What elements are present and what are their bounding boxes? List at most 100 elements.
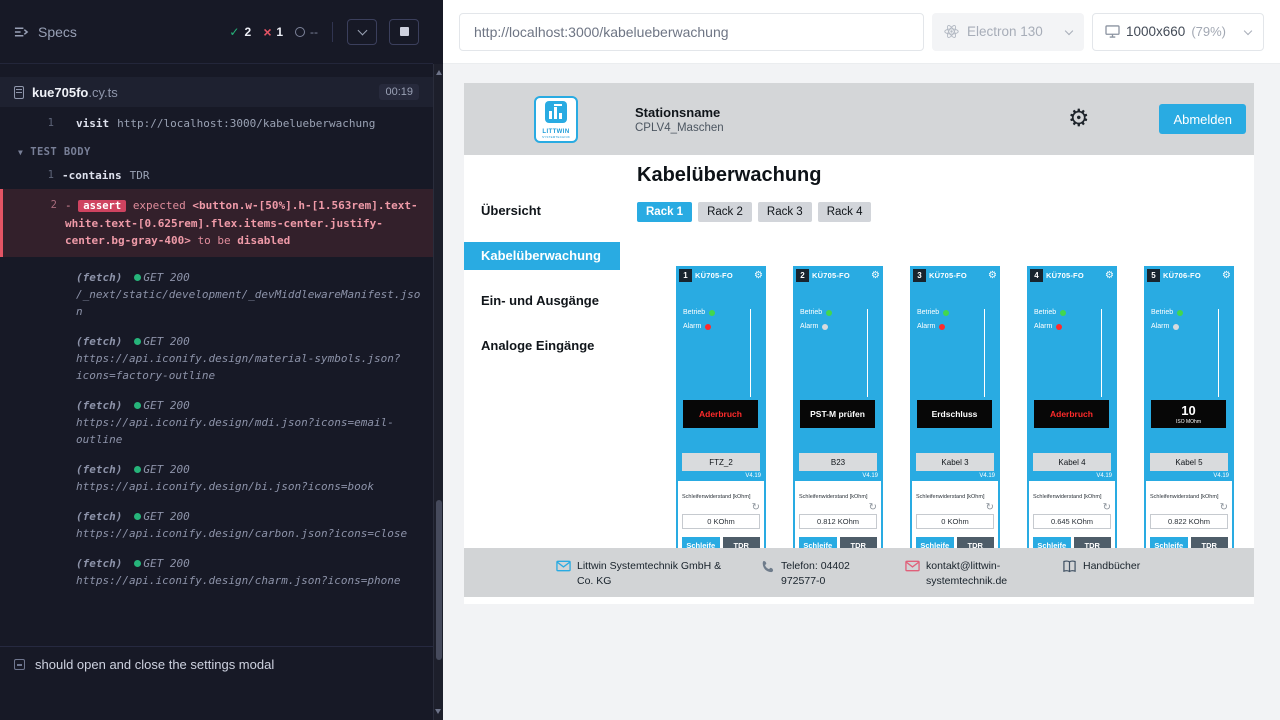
- footer-phone: Telefon: 04402 972577-0: [761, 559, 881, 588]
- resistance-label: Schleifenwiderstand [kOhm]: [1150, 494, 1228, 500]
- sidebar-item-analoge-eingaenge[interactable]: Analoge Eingänge: [464, 332, 620, 360]
- station-label: Stationsname: [635, 105, 724, 120]
- test-stats: ✓2 ×1 --: [229, 19, 419, 45]
- reporter-header: Specs ✓2 ×1 --: [0, 0, 433, 64]
- alarm-led: Alarm: [676, 323, 766, 330]
- page-title: Kabelüberwachung: [637, 164, 1254, 187]
- collapse-runs-button[interactable]: [347, 19, 377, 45]
- resistance-label: Schleifenwiderstand [kOhm]: [1033, 494, 1111, 500]
- logout-button[interactable]: Abmelden: [1159, 104, 1246, 134]
- logo-subtext: SYSTEMTECHNIK: [538, 135, 574, 139]
- network-log-entry: (fetch)GET 200 https://api.iconify.desig…: [76, 508, 421, 542]
- cable-card-3: 3KÜ705-FO⚙ Betrieb Alarm Erdschluss Kabe…: [910, 266, 1000, 561]
- line-number: 1: [0, 167, 62, 184]
- tab-rack-1[interactable]: Rack 1: [637, 202, 692, 222]
- refresh-icon[interactable]: ↻: [986, 503, 994, 513]
- cable-name: Kabel 4: [1033, 453, 1111, 471]
- card-gear-icon[interactable]: ⚙: [754, 271, 763, 281]
- chevron-down-icon: [1065, 26, 1073, 34]
- resistance-label: Schleifenwiderstand [kOhm]: [682, 494, 760, 500]
- book-icon: [1062, 560, 1077, 573]
- status-display: Aderbruch: [1034, 400, 1109, 428]
- card-gear-icon[interactable]: ⚙: [1105, 271, 1114, 281]
- request-url: /_next/static/development/_devMiddleware…: [76, 286, 421, 320]
- browser-name: Electron 130: [967, 24, 1043, 39]
- footer-manuals[interactable]: Handbücher: [1062, 559, 1140, 574]
- url-input[interactable]: http://localhost:3000/kabelueberwachung: [459, 13, 924, 51]
- card-number: 3: [913, 269, 926, 282]
- status-display: 10ISO MOhm: [1151, 400, 1226, 428]
- settings-gear-icon[interactable]: ⚙: [1068, 107, 1090, 131]
- card-gear-icon[interactable]: ⚙: [871, 271, 880, 281]
- specs-label: Specs: [38, 24, 77, 40]
- logo-text: LITTWIN: [538, 129, 574, 135]
- email-icon: [905, 560, 920, 572]
- divider: [1218, 309, 1219, 397]
- green-led-icon: [1060, 310, 1066, 316]
- mail-icon: [556, 560, 571, 572]
- station-name: CPLV4_Maschen: [635, 122, 724, 134]
- resistance-label: Schleifenwiderstand [kOhm]: [916, 494, 994, 500]
- app-footer: Littwin Systemtechnik GmbH & Co. KG Tele…: [464, 548, 1254, 597]
- cable-name: B23: [799, 453, 877, 471]
- passed-count: 2: [244, 25, 251, 39]
- assert-error-row[interactable]: 2 - assert expected <button.w-[50%].h-[1…: [0, 189, 433, 257]
- line-number: 1: [0, 115, 62, 132]
- scroll-up-arrow[interactable]: [436, 70, 442, 75]
- next-test-row[interactable]: should open and close the settings modal: [0, 646, 433, 682]
- status-dot: [134, 338, 141, 345]
- sidebar-item-ein-und-ausgaenge[interactable]: Ein- und Ausgänge: [464, 287, 620, 315]
- pending-circle-icon: [295, 27, 305, 37]
- littwin-logo: LITTWIN SYSTEMTECHNIK: [534, 96, 578, 143]
- tab-rack-3[interactable]: Rack 3: [758, 202, 812, 222]
- stop-run-button[interactable]: [389, 19, 419, 45]
- sidebar: Übersicht Kabelüberwachung Ein- und Ausg…: [464, 155, 620, 604]
- viewport-selector[interactable]: 1000x660 (79%): [1092, 13, 1264, 51]
- red-led-icon: [1056, 324, 1062, 330]
- refresh-icon[interactable]: ↻: [1220, 503, 1228, 513]
- footer-email[interactable]: kontakt@littwin-systemtechnik.de: [905, 559, 1038, 588]
- test-body-section[interactable]: ▼ TEST BODY: [0, 132, 433, 167]
- green-led-icon: [943, 310, 949, 316]
- request-url: https://api.iconify.design/bi.json?icons…: [76, 478, 421, 495]
- card-gear-icon[interactable]: ⚙: [1222, 271, 1231, 281]
- sidebar-item-uebersicht[interactable]: Übersicht: [464, 197, 620, 225]
- stop-icon: [400, 27, 409, 36]
- card-title: KÜ705-FO: [1046, 271, 1102, 280]
- gray-led-icon: [822, 324, 828, 330]
- reporter-scrollbar[interactable]: [433, 64, 443, 720]
- request-url: https://api.iconify.design/charm.json?ic…: [76, 572, 421, 589]
- tab-rack-2[interactable]: Rack 2: [698, 202, 752, 222]
- network-log-entry: (fetch)GET 200 /_next/static/development…: [76, 269, 421, 320]
- firmware-version: V4.19: [1096, 473, 1112, 479]
- spec-file-name: kue705fo.cy.ts: [32, 85, 118, 100]
- scrollbar-thumb[interactable]: [436, 500, 442, 660]
- cable-card-4: 4KÜ705-FO⚙ Betrieb Alarm Aderbruch Kabel…: [1027, 266, 1117, 561]
- refresh-icon[interactable]: ↻: [1103, 503, 1111, 513]
- refresh-icon[interactable]: ↻: [869, 503, 877, 513]
- specs-menu[interactable]: Specs: [14, 24, 77, 40]
- assert-badge: assert: [78, 200, 126, 212]
- status-display: Aderbruch: [683, 400, 758, 428]
- tab-rack-4[interactable]: Rack 4: [818, 202, 872, 222]
- resistance-label: Schleifenwiderstand [kOhm]: [799, 494, 877, 500]
- status-display: Erdschluss: [917, 400, 992, 428]
- network-log-entry: (fetch)GET 200 https://api.iconify.desig…: [76, 461, 421, 495]
- firmware-version: V4.19: [745, 473, 761, 479]
- sidebar-item-kabelueberwachung[interactable]: Kabelüberwachung: [464, 242, 620, 270]
- monitor-icon: [1105, 25, 1120, 38]
- browser-selector[interactable]: Electron 130: [932, 13, 1084, 51]
- command-arg: http://localhost:3000/kabelueberwachung: [117, 117, 375, 130]
- card-title: KÜ706-FO: [1163, 271, 1219, 280]
- status-dot: [134, 466, 141, 473]
- scroll-down-arrow[interactable]: [435, 709, 441, 714]
- section-chevron-icon: ▼: [18, 144, 23, 161]
- card-gear-icon[interactable]: ⚙: [988, 271, 997, 281]
- spec-file-row[interactable]: kue705fo.cy.ts 00:19: [0, 77, 433, 107]
- command-arg: TDR: [130, 169, 150, 182]
- refresh-icon[interactable]: ↻: [752, 503, 760, 513]
- phone-icon: [761, 560, 775, 574]
- card-number: 5: [1147, 269, 1160, 282]
- resistance-value: 0.812 KOhm: [799, 514, 877, 529]
- chevron-down-icon: [1244, 26, 1252, 34]
